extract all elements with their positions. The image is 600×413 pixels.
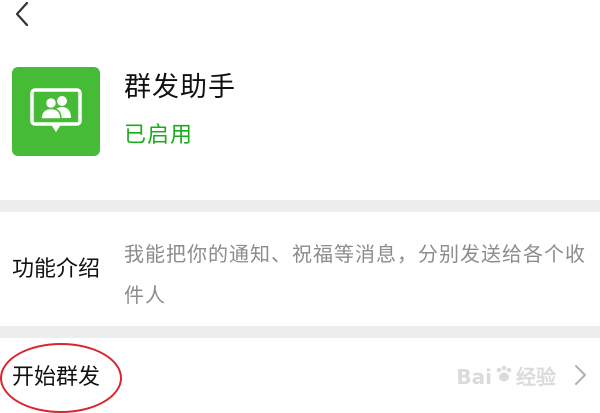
- status-badge: 已启用: [124, 123, 194, 148]
- group-message-icon: [12, 67, 100, 156]
- section-divider: [0, 200, 600, 212]
- chevron-left-icon: [13, 1, 31, 31]
- app-name: 群发助手: [124, 72, 236, 103]
- intro-description: 我能把你的通知、祝福等消息，分别发送给各个收件人: [124, 242, 586, 307]
- watermark-text-2: 经验: [516, 364, 556, 389]
- start-broadcast-label: 开始群发: [12, 365, 101, 390]
- function-intro-row: 功能介绍 我能把你的通知、祝福等消息，分别发送给各个收件人: [0, 212, 600, 326]
- paw-icon: [494, 364, 514, 389]
- section-divider: [0, 326, 600, 338]
- app-header: 群发助手 已启用: [0, 40, 600, 200]
- watermark: Bai 经验: [456, 364, 556, 389]
- intro-label: 功能介绍: [12, 257, 101, 282]
- back-button[interactable]: [4, 0, 40, 32]
- chevron-right-icon: [570, 362, 590, 388]
- watermark-text: Bai: [456, 364, 492, 389]
